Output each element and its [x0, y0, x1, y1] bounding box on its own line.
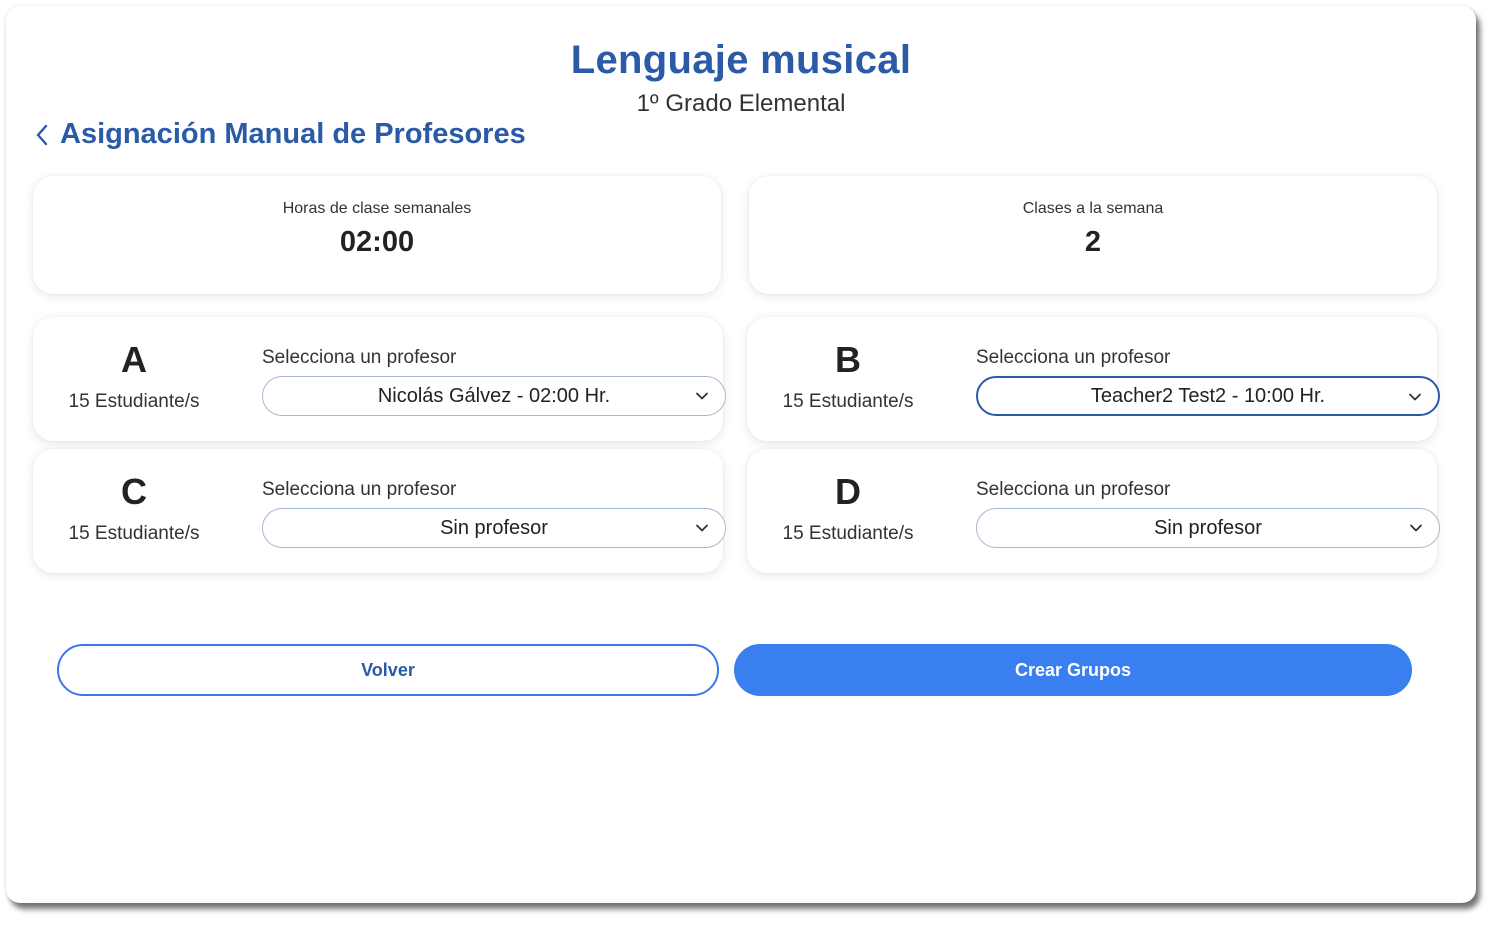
teacher-select-d[interactable]: Sin profesor	[976, 508, 1440, 548]
teacher-select-label: Selecciona un profesor	[262, 479, 457, 500]
create-groups-button[interactable]: Crear Grupos	[734, 644, 1412, 696]
group-letter: A	[121, 339, 147, 380]
teacher-select-a[interactable]: Nicolás Gálvez - 02:00 Hr.	[262, 376, 726, 416]
weekly-hours-card: Horas de clase semanales 02:00	[33, 176, 721, 294]
teacher-select-value: Teacher2 Test2 - 10:00 Hr.	[1090, 384, 1326, 407]
group-letter: C	[121, 471, 147, 512]
weekly-hours-label: Horas de clase semanales	[282, 200, 472, 217]
back-button[interactable]: Volver	[57, 644, 719, 696]
group-card-d: D 15 Estudiante/s Selecciona un profesor…	[747, 449, 1440, 573]
group-letter: B	[835, 339, 861, 380]
teacher-select-value: Nicolás Gálvez - 02:00 Hr.	[377, 384, 611, 407]
chevron-down-icon	[696, 392, 708, 400]
teacher-select-label: Selecciona un profesor	[976, 479, 1171, 500]
group-student-count: 15 Estudiante/s	[68, 391, 200, 412]
back-link[interactable]: Asignación Manual de Profesores	[34, 118, 526, 151]
page-title: Lenguaje musical	[570, 38, 912, 82]
group-card-a: A 15 Estudiante/s Selecciona un profesor…	[33, 317, 726, 441]
teacher-select-value: Sin profesor	[1154, 516, 1262, 539]
app-window: Lenguaje musical 1º Grado Elemental Asig…	[6, 6, 1476, 903]
group-card-b: B 15 Estudiante/s Selecciona un profesor…	[747, 317, 1440, 441]
teacher-select-c[interactable]: Sin profesor	[262, 508, 726, 548]
page-subtitle: 1º Grado Elemental	[636, 90, 846, 117]
group-card-c: C 15 Estudiante/s Selecciona un profesor…	[33, 449, 726, 573]
teacher-select-value: Sin profesor	[440, 516, 548, 539]
group-letter: D	[835, 471, 861, 512]
weekly-classes-card: Clases a la semana 2	[749, 176, 1437, 294]
weekly-hours-value: 02:00	[339, 226, 415, 258]
group-student-count: 15 Estudiante/s	[68, 523, 200, 544]
weekly-classes-value: 2	[1084, 226, 1102, 258]
weekly-classes-label: Clases a la semana	[1022, 200, 1164, 217]
chevron-down-icon	[1410, 524, 1422, 532]
chevron-down-icon	[1409, 393, 1421, 401]
section-title: Asignación Manual de Profesores	[60, 118, 526, 150]
chevron-down-icon	[696, 524, 708, 532]
teacher-select-label: Selecciona un profesor	[976, 347, 1171, 368]
teacher-select-b[interactable]: Teacher2 Test2 - 10:00 Hr.	[976, 376, 1440, 416]
teacher-select-label: Selecciona un profesor	[262, 347, 457, 368]
group-student-count: 15 Estudiante/s	[782, 523, 914, 544]
chevron-left-icon[interactable]	[34, 123, 50, 147]
group-student-count: 15 Estudiante/s	[782, 391, 914, 412]
